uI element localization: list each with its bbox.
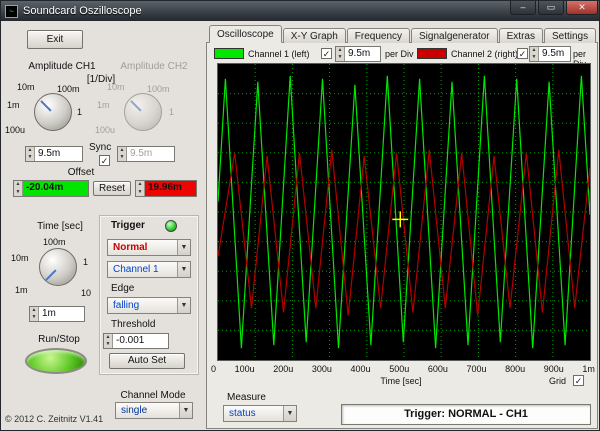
spinner-arrows[interactable]: ▲ ▼ xyxy=(336,47,345,61)
trigger-source-dropdown[interactable]: Channel 1 ▼ xyxy=(107,261,191,278)
time-scale-1: 1 xyxy=(83,257,89,267)
scope-plot xyxy=(217,64,591,360)
threshold-value[interactable]: ▲ ▼ -0.001 xyxy=(103,333,169,349)
trigger-status: Trigger: NORMAL - CH1 xyxy=(341,404,591,425)
knob2-scale-100u: 100u xyxy=(95,125,116,135)
amplitude-ch1-knob[interactable] xyxy=(34,93,72,131)
knob1-scale-1m: 1m xyxy=(7,100,20,110)
chevron-down-icon: ▼ xyxy=(177,262,190,277)
ch1-label: Channel 1 (left) xyxy=(248,49,310,59)
ch2-label: Channel 2 (right) xyxy=(451,49,519,59)
chevron-down-icon: ▼ xyxy=(179,403,192,418)
run-stop-label: Run/Stop xyxy=(38,334,80,345)
app-icon: ~ xyxy=(5,4,18,18)
reset-button[interactable]: Reset xyxy=(93,181,131,196)
knob-needle xyxy=(40,100,52,112)
spinner-arrows[interactable]: ▲ ▼ xyxy=(14,181,23,196)
knob-needle xyxy=(45,269,57,281)
minimize-button[interactable]: – xyxy=(510,1,536,15)
tab-xy-graph[interactable]: X-Y Graph xyxy=(282,28,346,43)
close-button[interactable]: ✕ xyxy=(566,1,598,15)
channel-mode-dropdown[interactable]: single ▼ xyxy=(115,402,193,419)
spinner-arrows[interactable]: ▲ ▼ xyxy=(530,47,539,61)
trigger-title: Trigger xyxy=(111,220,145,231)
ch1-color-swatch xyxy=(214,48,244,59)
tab-extras[interactable]: Extras xyxy=(498,28,543,43)
tab-oscilloscope[interactable]: Oscilloscope xyxy=(209,25,282,43)
knob1-scale-1: 1 xyxy=(77,107,83,117)
amplitude-ch1-label: Amplitude CH1 xyxy=(28,61,96,72)
time-knob[interactable] xyxy=(39,248,77,286)
spinner-arrows[interactable]: ▲ ▼ xyxy=(30,307,39,321)
sync-checkbox[interactable]: ✓ xyxy=(99,155,110,166)
time-value[interactable]: ▲ ▼ 1m xyxy=(29,306,85,322)
maximize-button[interactable]: ▭ xyxy=(538,1,564,15)
ch2-perdiv-value[interactable]: ▲ ▼ 9.5m xyxy=(529,46,571,62)
knob2-scale-10m: 10m xyxy=(107,82,125,92)
offset-ch1-value[interactable]: ▲ ▼ -20.04m xyxy=(13,180,89,197)
knob-needle xyxy=(130,100,142,112)
trigger-led-icon xyxy=(165,220,177,232)
spinner-arrows[interactable]: ▲ ▼ xyxy=(26,147,35,161)
knob1-scale-100u: 100u xyxy=(5,125,26,135)
spinner-arrows[interactable]: ▲ ▼ xyxy=(118,147,127,161)
x-axis-label: Time [sec] xyxy=(380,376,422,386)
amplitude-ch2-knob[interactable] xyxy=(124,93,162,131)
window-controls: – ▭ ✕ xyxy=(510,1,598,15)
amplitude-ch2-label: Amplitude CH2 xyxy=(120,61,188,72)
ch1-perdiv-value[interactable]: ▲ ▼ 9.5m xyxy=(335,46,381,62)
copyright-text: © 2012 C. Zeitnitz V1.41 xyxy=(5,414,104,424)
window-title: Soundcard Oszilloscope xyxy=(23,5,142,17)
titlebar: ~ Soundcard Oszilloscope – ▭ ✕ xyxy=(1,1,599,21)
grid-checkbox[interactable]: ✓ xyxy=(573,375,584,386)
exit-button[interactable]: Exit xyxy=(27,30,83,49)
trigger-edge-dropdown[interactable]: falling ▼ xyxy=(107,297,191,314)
sync-label: Sync xyxy=(89,142,112,153)
time-scale-100m: 100m xyxy=(43,237,66,247)
tab-settings[interactable]: Settings xyxy=(543,28,597,43)
offset-ch2-value[interactable]: ▲ ▼ 19.96m xyxy=(135,180,197,197)
auto-set-button[interactable]: Auto Set xyxy=(109,353,185,369)
knob1-scale-100m: 100m xyxy=(57,84,80,94)
app-window: ~ Soundcard Oszilloscope – ▭ ✕ Exit Ampl… xyxy=(0,0,600,431)
measure-label: Measure xyxy=(227,392,266,403)
chevron-down-icon: ▼ xyxy=(177,240,190,255)
tab-signalgenerator[interactable]: Signalgenerator xyxy=(411,28,498,43)
grid-label: Grid xyxy=(549,376,567,386)
time-scale-10m: 10m xyxy=(11,253,29,263)
scope-display[interactable] xyxy=(217,63,591,361)
knob2-scale-1: 1 xyxy=(169,107,175,117)
measure-dropdown[interactable]: status ▼ xyxy=(223,405,297,422)
spinner-arrows[interactable]: ▲ ▼ xyxy=(136,181,145,196)
knob2-scale-100m: 100m xyxy=(147,84,170,94)
trigger-mode-dropdown[interactable]: Normal ▼ xyxy=(107,239,191,256)
ch1-perdiv-label: per Div xyxy=(385,49,414,59)
time-label: Time [sec] xyxy=(37,221,83,232)
amplitude-ch1-value[interactable]: ▲ ▼ 9.5m xyxy=(25,146,83,162)
chevron-down-icon: ▼ xyxy=(177,298,190,313)
ch2-enable-checkbox[interactable]: ✓ xyxy=(517,48,528,59)
time-scale-10: 10 xyxy=(81,288,92,298)
amplitude-ch2-value[interactable]: ▲ ▼ 9.5m xyxy=(117,146,175,162)
ch1-enable-checkbox[interactable]: ✓ xyxy=(321,48,332,59)
edge-label: Edge xyxy=(111,283,135,294)
chevron-down-icon: ▼ xyxy=(283,406,296,421)
knob1-scale-10m: 10m xyxy=(17,82,35,92)
run-stop-button[interactable] xyxy=(25,348,87,374)
channel-mode-label: Channel Mode xyxy=(120,390,186,401)
tab-frequency[interactable]: Frequency xyxy=(346,28,411,43)
ch2-color-swatch xyxy=(417,48,447,59)
time-scale-1m: 1m xyxy=(15,285,28,295)
tab-strip: Oscilloscope X-Y Graph Frequency Signalg… xyxy=(209,24,597,43)
offset-label: Offset xyxy=(67,167,95,178)
knob2-scale-1m: 1m xyxy=(97,100,110,110)
threshold-label: Threshold xyxy=(111,319,156,330)
spinner-arrows[interactable]: ▲ ▼ xyxy=(104,334,113,348)
x-axis-ticks: 0 100u 200u 300u 400u 500u 600u 700u 800u 900u 1m xyxy=(211,364,595,374)
